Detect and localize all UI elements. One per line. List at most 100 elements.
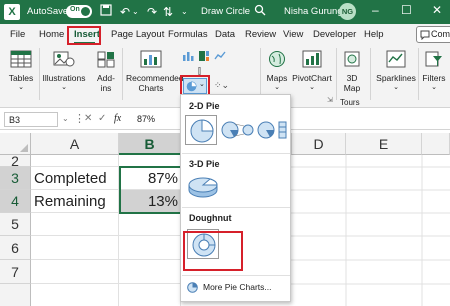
3d-pie-heading: 3-D Pie bbox=[189, 159, 220, 169]
user-avatar[interactable]: NG bbox=[339, 3, 356, 20]
tab-developer[interactable]: Developer bbox=[313, 29, 356, 40]
formula-value[interactable]: 87% bbox=[137, 114, 155, 124]
row-header-7[interactable]: 7 bbox=[0, 260, 31, 284]
column-header-e[interactable]: E bbox=[346, 133, 422, 155]
doughnut-heading: Doughnut bbox=[189, 213, 232, 223]
pie-of-pie-icon bbox=[221, 121, 254, 139]
namebox-dropdown-icon[interactable]: ⌄ bbox=[62, 114, 69, 123]
insert-tab-highlight bbox=[67, 26, 101, 45]
tab-review[interactable]: Review bbox=[245, 29, 276, 40]
pivotchart-button[interactable]: PivotChart ⌄ bbox=[292, 50, 332, 93]
filters-button[interactable]: Filters ⌄ bbox=[420, 50, 448, 93]
cancel-icon[interactable]: ✕ bbox=[84, 113, 92, 124]
row-header-6[interactable]: 6 bbox=[0, 236, 31, 260]
filters-icon bbox=[425, 51, 442, 67]
corner-triangle-icon bbox=[20, 144, 28, 152]
hierarchy-chart-button[interactable] bbox=[198, 50, 210, 64]
bar-of-pie-icon bbox=[257, 121, 287, 139]
cell-a4[interactable]: Remaining bbox=[31, 190, 119, 213]
tab-formulas[interactable]: Formulas bbox=[168, 29, 208, 40]
scatter-chart-button[interactable]: ⁘⌄ bbox=[214, 80, 229, 91]
pie-of-pie-option[interactable] bbox=[221, 117, 255, 143]
cell-b7[interactable] bbox=[119, 260, 181, 284]
more-pie-charts-item[interactable]: More Pie Charts... bbox=[187, 281, 287, 295]
save-icon[interactable] bbox=[100, 4, 112, 20]
cell-a3[interactable]: Completed bbox=[31, 167, 119, 190]
column-header-b[interactable]: B bbox=[119, 133, 181, 155]
pie-option[interactable] bbox=[185, 115, 217, 145]
insert-function-icon[interactable]: fx bbox=[114, 113, 121, 124]
line-chart-icon bbox=[214, 51, 226, 60]
filters-dropdown-icon: ⌄ bbox=[431, 84, 437, 91]
maps-label: Maps bbox=[266, 73, 288, 83]
sort-icon[interactable]: ⇅ bbox=[163, 4, 173, 20]
addins-icon bbox=[97, 51, 115, 68]
column-header-f[interactable] bbox=[422, 133, 450, 155]
tab-home[interactable]: Home bbox=[39, 29, 64, 40]
enter-icon[interactable]: ✓ bbox=[98, 113, 106, 124]
tab-help[interactable]: Help bbox=[364, 29, 384, 40]
comments-button[interactable]: Comm bbox=[416, 26, 450, 43]
tours-label: Tours bbox=[340, 98, 360, 107]
tables-icon bbox=[10, 50, 32, 68]
row-header-4[interactable]: 4 bbox=[0, 190, 31, 213]
bar-of-pie-option[interactable] bbox=[257, 117, 289, 143]
tables-label: Tables bbox=[8, 73, 34, 83]
tab-page-layout[interactable]: Page Layout bbox=[111, 29, 164, 40]
sparklines-button[interactable]: Sparklines ⌄ bbox=[374, 50, 418, 93]
minimize-icon[interactable]: – bbox=[372, 3, 379, 17]
recommended-charts-icon bbox=[140, 50, 162, 68]
select-all-corner[interactable] bbox=[0, 133, 31, 155]
pivotchart-icon bbox=[302, 50, 322, 68]
name-box[interactable]: B3 bbox=[4, 112, 58, 127]
cell-a7[interactable] bbox=[31, 260, 119, 284]
row-header-5[interactable]: 5 bbox=[0, 213, 31, 236]
cell-a2[interactable] bbox=[31, 155, 119, 167]
maps-dropdown-icon: ⌄ bbox=[274, 84, 280, 91]
maps-button[interactable]: Maps ⌄ bbox=[264, 50, 290, 93]
row-header-3[interactable]: 3 bbox=[0, 167, 31, 190]
ribbon-separator bbox=[260, 48, 261, 100]
illustrations-label: Illustrations bbox=[42, 73, 86, 83]
column-header-d[interactable]: D bbox=[291, 133, 346, 155]
title-bar: X AutoSave On ↶ ⌄ ↷ ⇅ ⌄ Draw Circle Nish… bbox=[0, 0, 450, 24]
charts-dialog-launcher-icon[interactable]: ⇲ bbox=[327, 96, 333, 104]
addins-button[interactable]: Add- ins bbox=[92, 50, 120, 93]
redo-icon[interactable]: ↷ bbox=[147, 4, 157, 20]
tab-view[interactable]: View bbox=[283, 29, 303, 40]
3d-pie-option[interactable] bbox=[186, 174, 220, 200]
recommended-charts-button[interactable]: Recommended Charts bbox=[126, 50, 184, 93]
line-chart-button[interactable] bbox=[214, 50, 226, 64]
row-header-2[interactable]: 2 bbox=[0, 155, 31, 167]
tab-data[interactable]: Data bbox=[215, 29, 235, 40]
selection-border bbox=[119, 166, 182, 214]
illustrations-button[interactable]: Illustrations ⌄ bbox=[42, 50, 86, 93]
document-title: Draw Circle bbox=[201, 6, 251, 17]
dropdown-separator bbox=[182, 275, 290, 276]
excel-logo-icon: X bbox=[4, 4, 20, 20]
cell-a8[interactable] bbox=[31, 284, 119, 306]
cell-b8[interactable] bbox=[119, 284, 181, 306]
cell-a6[interactable] bbox=[31, 236, 119, 260]
pivotchart-dropdown-icon: ⌄ bbox=[309, 84, 315, 91]
3d-map-button[interactable]: 3D Map bbox=[340, 50, 364, 93]
cell-b5[interactable] bbox=[119, 213, 181, 236]
search-icon[interactable] bbox=[254, 4, 266, 20]
column-chart-button[interactable] bbox=[182, 50, 194, 64]
ribbon-separator bbox=[122, 48, 123, 100]
3d-map-label-2: Map bbox=[343, 83, 361, 93]
tables-button[interactable]: Tables ⌄ bbox=[6, 50, 36, 93]
close-icon[interactable]: ✕ bbox=[432, 3, 442, 17]
cell-a5[interactable] bbox=[31, 213, 119, 236]
2d-pie-heading: 2-D Pie bbox=[189, 101, 220, 111]
maximize-icon[interactable]: ☐ bbox=[401, 3, 412, 17]
customize-qat-icon[interactable]: ⌄ bbox=[181, 4, 188, 20]
cell-b6[interactable] bbox=[119, 236, 181, 260]
undo-dropdown-icon[interactable]: ⌄ bbox=[132, 4, 139, 20]
row-header-8[interactable] bbox=[0, 284, 31, 306]
undo-icon[interactable]: ↶ bbox=[120, 4, 130, 20]
column-header-a[interactable]: A bbox=[31, 133, 119, 155]
autosave-label: AutoSave bbox=[27, 6, 69, 17]
cells-right-region[interactable] bbox=[291, 155, 450, 306]
tab-file[interactable]: File bbox=[10, 29, 25, 40]
